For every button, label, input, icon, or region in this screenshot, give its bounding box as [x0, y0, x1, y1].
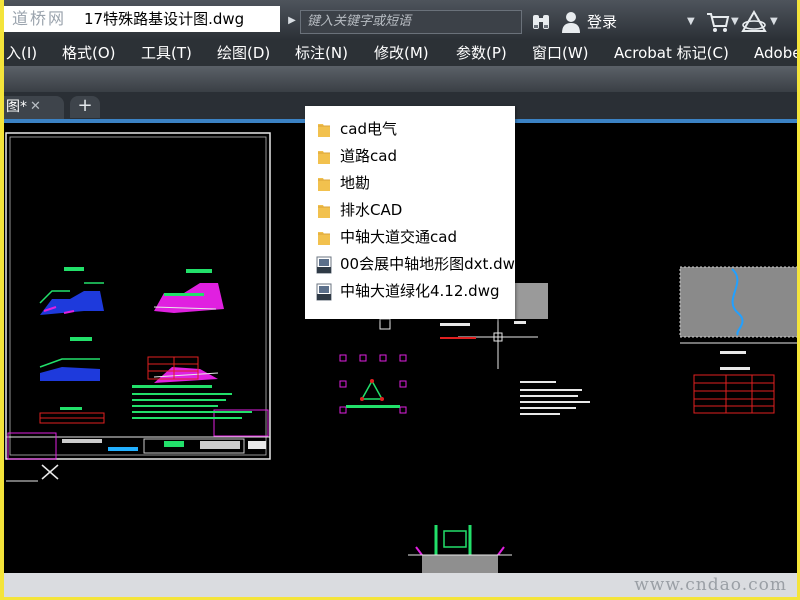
- menu-bar: 入(I) 格式(O) 工具(T) 绘图(D) 标注(N) 修改(M) 参数(P)…: [4, 40, 797, 66]
- dwg-file-icon: [316, 283, 332, 301]
- dropdown-item-label: cad电气: [340, 120, 397, 138]
- binoculars-icon[interactable]: [530, 11, 552, 33]
- dropdown-item-label: 中轴大道交通cad: [340, 228, 457, 246]
- menu-window[interactable]: 窗口(W): [532, 40, 589, 66]
- menu-dimension[interactable]: 标注(N): [295, 40, 348, 66]
- dropdown-item-folder[interactable]: 道路cad: [305, 143, 515, 170]
- login-link[interactable]: 登录: [587, 10, 617, 34]
- dropdown-item-folder[interactable]: 地勘: [305, 170, 515, 197]
- dropdown-item-label: 地勘: [340, 174, 371, 192]
- title-bar: 道桥网 17特殊路基设计图.dwg ▶ 键入关键字或短语 登录 ▼ ▼ ▼: [4, 0, 797, 40]
- cart-dropdown-arrow-icon[interactable]: ▼: [731, 10, 739, 34]
- menu-insert[interactable]: 入(I): [6, 40, 37, 66]
- dropdown-item-label: 00会展中轴地形图dxt.dwg: [340, 255, 515, 273]
- menu-acrobat-markup[interactable]: Acrobat 标记(C): [614, 40, 729, 66]
- dropdown-item-label: 道路cad: [340, 147, 397, 165]
- menu-tools[interactable]: 工具(T): [141, 40, 192, 66]
- dropdown-item-folder[interactable]: cad电气: [305, 116, 515, 143]
- menu-modify[interactable]: 修改(M): [374, 40, 429, 66]
- drawing-sheet-left: [5, 132, 271, 460]
- bottom-structure-detail: [408, 525, 512, 577]
- site-logo: 道桥网: [4, 6, 78, 32]
- user-icon[interactable]: [560, 10, 582, 34]
- dropdown-item-label: 排水CAD: [340, 201, 403, 219]
- menu-format[interactable]: 格式(O): [62, 40, 116, 66]
- autocad-window: 道桥网 17特殊路基设计图.dwg ▶ 键入关键字或短语 登录 ▼ ▼ ▼ 入(…: [4, 0, 797, 597]
- menu-draw[interactable]: 绘图(D): [217, 40, 270, 66]
- watermark: www.cndao.com: [634, 575, 787, 595]
- cart-icon[interactable]: [706, 11, 730, 33]
- dropdown-item-label: 中轴大道绿化4.12.dwg: [340, 282, 500, 300]
- middle-hatch-detail: [514, 283, 548, 324]
- expand-arrow-icon[interactable]: ▶: [285, 10, 299, 32]
- folder-icon: [318, 151, 330, 164]
- dropdown-item-file[interactable]: 00会展中轴地形图dxt.dwg: [305, 251, 515, 278]
- new-tab-button[interactable]: +: [70, 96, 100, 118]
- folder-icon: [318, 124, 330, 137]
- middle-details: [339, 318, 590, 415]
- ribbon-strip: [4, 66, 797, 92]
- tab-label: 图*: [6, 99, 27, 115]
- dwg-file-icon: [316, 256, 332, 274]
- tab-drawing[interactable]: 图* ✕: [4, 96, 64, 120]
- menu-parametric[interactable]: 参数(P): [456, 40, 507, 66]
- recent-files-dropdown: cad电气 道路cad 地勘 排水CAD 中轴大道交通cad 00会展中轴地形图…: [305, 106, 515, 319]
- folder-icon: [318, 232, 330, 245]
- dropdown-item-folder[interactable]: 排水CAD: [305, 197, 515, 224]
- document-title: 17特殊路基设计图.dwg: [78, 6, 280, 32]
- dropdown-item-folder[interactable]: 中轴大道交通cad: [305, 224, 515, 251]
- a360-dropdown-arrow-icon[interactable]: ▼: [770, 10, 778, 34]
- folder-icon: [318, 178, 330, 191]
- ucs-cursor: [6, 464, 59, 482]
- a360-icon[interactable]: [741, 10, 767, 34]
- search-input[interactable]: 键入关键字或短语: [300, 10, 522, 34]
- login-dropdown-arrow-icon[interactable]: ▼: [687, 10, 695, 34]
- folder-icon: [318, 205, 330, 218]
- right-detail-hatch: [679, 266, 797, 414]
- close-icon[interactable]: ✕: [30, 96, 41, 118]
- dropdown-item-file[interactable]: 中轴大道绿化4.12.dwg: [305, 278, 515, 305]
- menu-adobe[interactable]: Adobe: [754, 40, 797, 66]
